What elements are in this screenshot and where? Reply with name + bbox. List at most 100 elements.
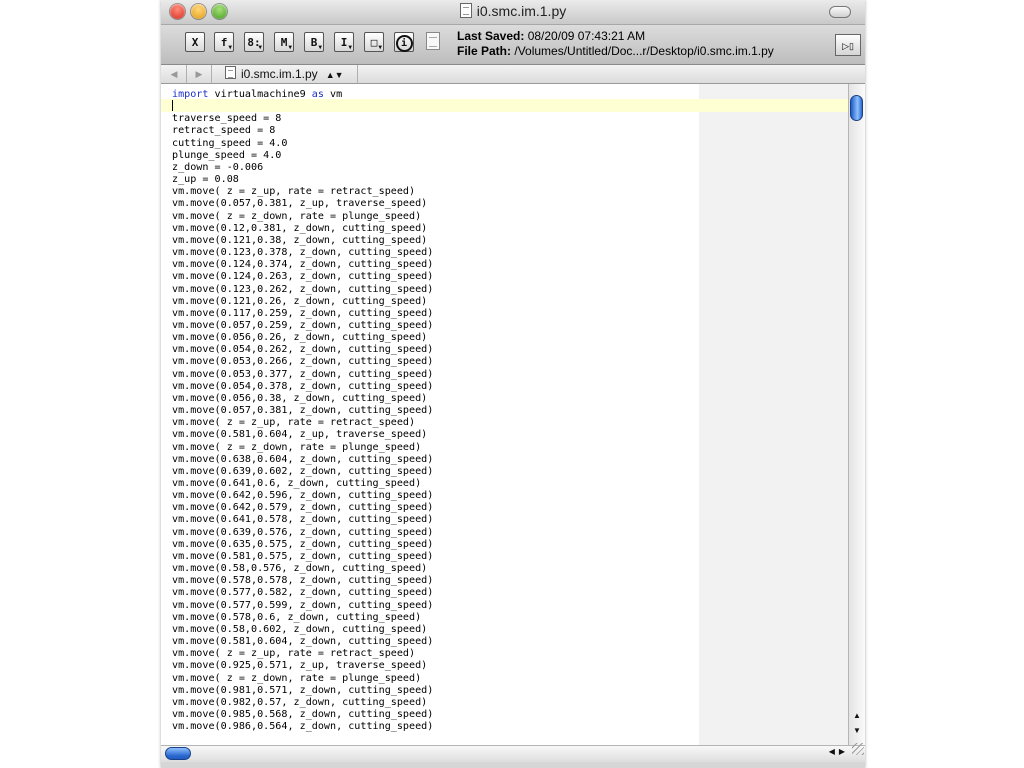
code-line: vm.move(0.985,0.568, z_down, cutting_spe… (172, 708, 434, 720)
code-line: vm.move(0.577,0.582, z_down, cutting_spe… (172, 587, 434, 599)
info-icon: i (395, 35, 413, 52)
code-line: vm.move( z = z_down, rate = plunge_speed… (172, 210, 422, 222)
code-line: vm.move(0.056,0.26, z_down, cutting_spee… (172, 332, 428, 344)
code-line: vm.move(0.578,0.578, z_down, cutting_spe… (172, 575, 434, 587)
chevron-down-icon: ▼ (258, 44, 262, 51)
vertical-scroll-thumb[interactable] (850, 95, 863, 121)
no-symbol-button[interactable]: X (185, 32, 205, 52)
code-line: vm.move(0.053,0.377, z_down, cutting_spe… (172, 368, 434, 380)
code-line: vm.move(0.581,0.604, z_down, cutting_spe… (172, 636, 434, 648)
code-line: z_down = -0.006 (172, 161, 264, 173)
title-bar[interactable]: i0.smc.im.1.py (161, 0, 865, 25)
horizontal-scroll-thumb[interactable] (165, 747, 191, 760)
code-body: traverse_speed = 8 retract_speed = 8 cut… (172, 113, 433, 732)
forward-button[interactable]: ▶ (192, 67, 206, 81)
last-saved-row: Last Saved: 08/20/09 07:43:21 AM (457, 29, 774, 44)
arrow-left-icon[interactable]: ◀ (829, 747, 839, 756)
back-arrow-icon: ◀ (170, 69, 178, 79)
page-icon (426, 32, 440, 50)
arrow-up-icon: ▲ (853, 711, 861, 720)
function-menu-button[interactable]: f ▼ (214, 32, 234, 52)
code-line: plunge_speed = 4.0 (172, 149, 282, 161)
scroll-up-button[interactable]: ▲ (849, 709, 865, 722)
document-menu-button[interactable]: B ▼ (304, 32, 324, 52)
code-line: vm.move(0.124,0.263, z_down, cutting_spe… (172, 271, 434, 283)
code-editor[interactable]: import virtualmachine9 as vm traverse_sp… (161, 84, 848, 745)
last-saved-label: Last Saved: (457, 29, 525, 43)
toolbar-toggle-button[interactable] (829, 6, 851, 18)
info-button[interactable]: i (394, 32, 414, 52)
chevron-down-icon: ▼ (318, 44, 322, 51)
code-line: vm.move(0.124,0.374, z_down, cutting_spe… (172, 259, 434, 271)
code-line: vm.move(0.982,0.57, z_down, cutting_spee… (172, 696, 428, 708)
window-icon: □ (370, 36, 378, 49)
code-text[interactable]: import virtualmachine9 as vm traverse_sp… (172, 89, 433, 733)
editor-window: i0.smc.im.1.py X f ▼ 8: ▼ M ▼ B ▼ I ▼ □ ▼ i La… (161, 0, 865, 768)
file-popup-menu[interactable]: i0.smc.im.1.py ▲▼ (225, 66, 344, 83)
document-icon (459, 3, 472, 18)
nav-divider (357, 65, 358, 83)
code-line: vm.move(0.581,0.575, z_down, cutting_spe… (172, 550, 434, 562)
info-icon-glyph: i (400, 38, 408, 49)
function-icon: f (220, 36, 228, 49)
code-line: vm.move(0.117,0.259, z_down, cutting_spe… (172, 307, 434, 319)
code-line: vm.move(0.639,0.602, z_down, cutting_spe… (172, 465, 434, 477)
code-line: cutting_speed = 4.0 (172, 137, 288, 149)
nav-divider (211, 65, 212, 83)
arrow-right-icon[interactable]: ▶ (839, 747, 849, 756)
chevron-down-icon: ▼ (288, 44, 292, 51)
module-name: virtualmachine9 (208, 89, 312, 100)
code-line: vm.move(0.054,0.262, z_down, cutting_spe… (172, 344, 434, 356)
code-line: vm.move(0.642,0.579, z_down, cutting_spe… (172, 502, 434, 514)
code-line: vm.move(0.925,0.571, z_up, traverse_spee… (172, 660, 428, 672)
code-line: vm.move(0.057,0.381, z_up, traverse_spee… (172, 198, 428, 210)
code-line: vm.move(0.58,0.576, z_down, cutting_spee… (172, 563, 428, 575)
forward-arrow-icon: ▶ (195, 69, 203, 79)
keyword-import: import (172, 89, 209, 100)
code-line: vm.move( z = z_up, rate = retract_speed) (172, 417, 416, 429)
code-line: vm.move(0.578,0.6, z_down, cutting_speed… (172, 611, 422, 623)
file-path-label: File Path: (457, 44, 512, 58)
text-cursor-icon: I (340, 36, 348, 49)
window-title: i0.smc.im.1.py (161, 3, 865, 19)
code-line: vm.move(0.58,0.602, z_down, cutting_spee… (172, 623, 428, 635)
file-path-value: /Volumes/Untitled/Doc...r/Desktop/i0.smc… (514, 44, 774, 58)
code-line: vm.move(0.986,0.564, z_down, cutting_spe… (172, 721, 434, 733)
code-line: vm.move(0.054,0.378, z_down, cutting_spe… (172, 380, 434, 392)
arrow-down-icon: ▼ (853, 726, 861, 735)
marker-menu-button[interactable]: 8: ▼ (244, 32, 264, 52)
file-info: Last Saved: 08/20/09 07:43:21 AM File Pa… (457, 29, 774, 59)
document-menu-icon: B (310, 36, 318, 49)
horizontal-scroll-arrows[interactable]: ◀▶ (829, 747, 849, 756)
code-line: vm.move(0.641,0.578, z_down, cutting_spe… (172, 514, 434, 526)
code-line: retract_speed = 8 (172, 125, 276, 137)
chevron-down-icon: ▼ (228, 44, 232, 51)
code-line: vm.move(0.639,0.576, z_down, cutting_spe… (172, 526, 434, 538)
window-menu-button[interactable]: □ ▼ (364, 32, 384, 52)
code-line: vm.move(0.12,0.381, z_down, cutting_spee… (172, 222, 428, 234)
file-path-row: File Path: /Volumes/Untitled/Doc...r/Des… (457, 44, 774, 59)
updown-icon: ▲▼ (325, 70, 344, 80)
last-saved-value: 08/20/09 07:43:21 AM (527, 29, 646, 43)
code-line: vm.move(0.641,0.6, z_down, cutting_speed… (172, 478, 422, 489)
code-line: vm.move(0.981,0.571, z_down, cutting_spe… (172, 684, 434, 696)
resize-grip-icon[interactable] (852, 743, 864, 755)
code-line: vm.move( z = z_down, rate = plunge_speed… (172, 441, 422, 453)
split-view-button[interactable]: ▷▯ (835, 34, 861, 56)
code-line: vm.move(0.635,0.575, z_down, cutting_spe… (172, 538, 434, 550)
text-menu-button[interactable]: I ▼ (334, 32, 354, 52)
back-button[interactable]: ◀ (167, 67, 181, 81)
page-guide-area (699, 84, 848, 745)
mark-menu-button[interactable]: M ▼ (274, 32, 294, 52)
horizontal-scrollbar[interactable]: ◀▶ (161, 743, 865, 762)
scroll-down-button[interactable]: ▼ (849, 724, 865, 737)
code-line: vm.move(0.642,0.596, z_down, cutting_spe… (172, 490, 434, 502)
window-bottom-edge (161, 762, 865, 768)
window-title-text: i0.smc.im.1.py (476, 3, 567, 19)
code-line: vm.move(0.121,0.38, z_down, cutting_spee… (172, 234, 428, 246)
no-symbol-icon: X (191, 36, 199, 49)
chevron-down-icon: ▼ (378, 44, 382, 51)
split-view-icon: ▷▯ (842, 41, 854, 51)
vertical-scrollbar[interactable]: ▲ ▼ (848, 84, 865, 745)
code-line: vm.move(0.053,0.266, z_down, cutting_spe… (172, 356, 434, 368)
